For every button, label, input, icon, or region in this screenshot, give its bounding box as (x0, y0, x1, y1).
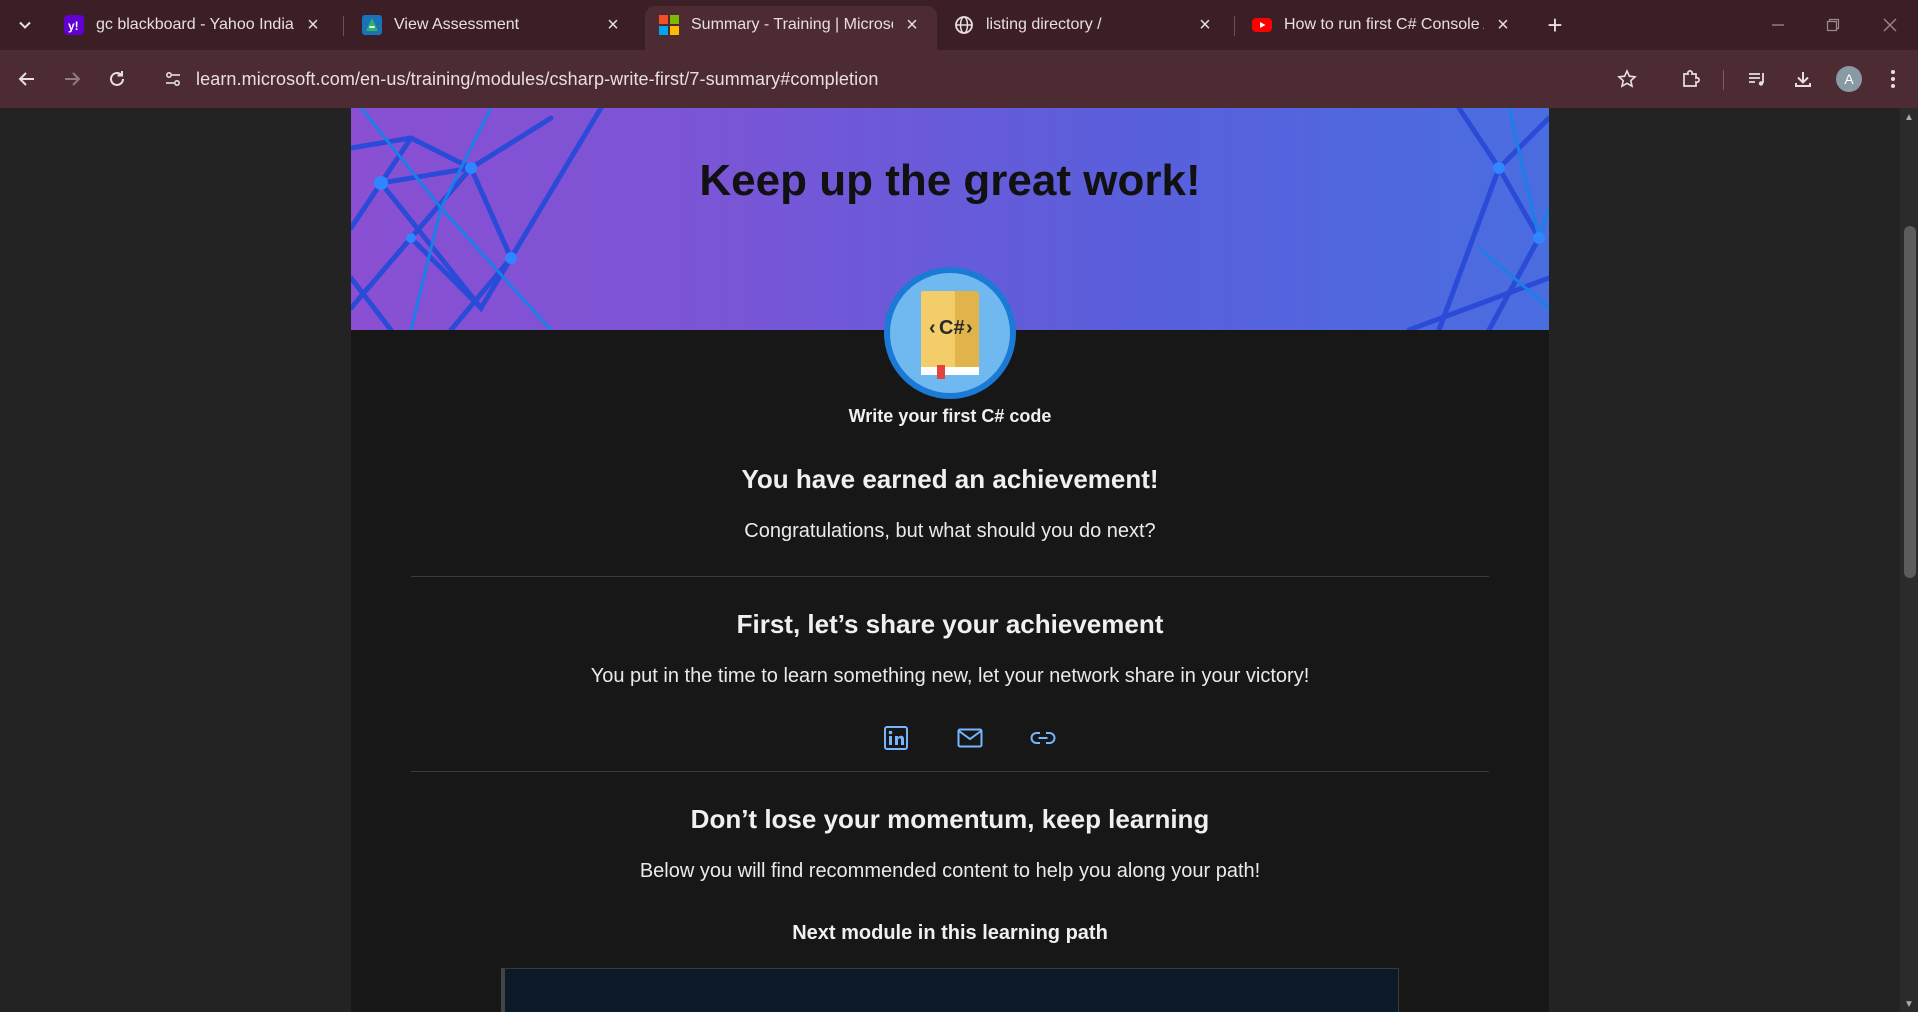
link-icon (1030, 732, 1056, 744)
scroll-down-arrow-icon[interactable]: ▼ (1904, 999, 1914, 1010)
new-tab-button[interactable]: + (1540, 10, 1570, 40)
puzzle-icon (1683, 70, 1700, 87)
close-icon (1883, 18, 1897, 32)
tab-search-button[interactable] (8, 8, 42, 42)
divider (411, 576, 1489, 577)
tab-title: gc blackboard - Yahoo India Se (96, 16, 294, 33)
reload-button[interactable] (102, 64, 132, 94)
kebab-menu-icon (1891, 70, 1895, 88)
youtube-icon (1252, 15, 1272, 35)
csharp-book-icon: ‹ C# › (921, 291, 979, 379)
svg-text:‹: ‹ (929, 317, 936, 339)
momentum-heading: Don’t lose your momentum, keep learning (690, 804, 1210, 834)
tab-separator (343, 16, 344, 36)
tab-youtube[interactable]: How to run first C# Console Ap × (1238, 6, 1528, 44)
badge-label: C# (939, 317, 965, 339)
tab-title: Summary - Training | Microsoft (691, 16, 893, 33)
next-module-card[interactable] (501, 968, 1399, 1012)
share-buttons (351, 718, 1549, 758)
close-window-button[interactable] (1870, 10, 1910, 40)
bookmark-button[interactable] (1612, 64, 1642, 94)
badge-inner: ‹ C# › (890, 273, 1010, 393)
tab-summary-active[interactable]: Summary - Training | Microsoft × (645, 6, 937, 50)
tab-title: How to run first C# Console Ap (1284, 16, 1484, 33)
svg-text:›: › (966, 317, 973, 339)
media-controls-button[interactable] (1742, 64, 1772, 94)
browser-toolbar: learn.microsoft.com/en-us/training/modul… (0, 50, 1918, 108)
close-icon[interactable]: × (1492, 14, 1514, 36)
close-icon[interactable]: × (901, 14, 923, 36)
tab-yahoo[interactable]: y! gc blackboard - Yahoo India Se × (50, 6, 338, 44)
share-linkedin-button[interactable] (876, 718, 916, 758)
share-heading: First, let’s share your achievement (736, 609, 1164, 639)
toolbar-separator (1723, 70, 1724, 90)
download-icon (1795, 72, 1811, 87)
close-icon[interactable]: × (602, 14, 624, 36)
arrow-left-icon (18, 72, 34, 86)
tab-title: listing directory / (986, 16, 1102, 33)
downloads-button[interactable] (1788, 64, 1818, 94)
profile-avatar[interactable]: A (1836, 66, 1862, 92)
browser-menu-button[interactable] (1878, 64, 1908, 94)
microsoft-icon (659, 15, 679, 35)
globe-icon (954, 15, 974, 35)
page-scrollbar[interactable]: ▲ ▼ (1900, 108, 1918, 1012)
share-email-button[interactable] (950, 718, 990, 758)
next-module-heading: Next module in this learning path (792, 922, 1108, 944)
completion-card: Keep up the great work! ‹ C# › Write you… (351, 108, 1549, 1012)
module-badge: ‹ C# › (884, 267, 1016, 399)
back-button[interactable] (12, 64, 42, 94)
hero-title: Keep up the great work! (699, 156, 1201, 205)
restore-button[interactable] (1813, 10, 1853, 40)
mesh-graphic-right (1406, 108, 1549, 330)
divider (411, 771, 1489, 772)
momentum-text: Below you will find recommended content … (639, 860, 1261, 882)
media-queue-icon (1749, 73, 1764, 86)
tab-separator (1234, 16, 1235, 36)
copy-link-button[interactable] (1023, 718, 1063, 758)
tab-title: View Assessment (394, 16, 520, 33)
close-icon[interactable]: × (1194, 14, 1216, 36)
reload-icon (110, 71, 124, 86)
mesh-graphic-left (351, 108, 604, 330)
arrow-right-icon (65, 72, 81, 86)
star-icon (1617, 69, 1637, 88)
chevron-down-icon (19, 21, 31, 29)
restore-icon (1826, 18, 1840, 32)
achievement-text: Congratulations, but what should you do … (744, 520, 1156, 542)
site-settings-icon[interactable] (158, 64, 188, 94)
module-name: Write your first C# code (848, 406, 1052, 426)
share-text: You put in the time to learn something n… (590, 665, 1310, 687)
yahoo-icon: y! (64, 15, 84, 35)
tab-strip: y! gc blackboard - Yahoo India Se × View… (0, 0, 1918, 50)
extensions-button[interactable] (1676, 64, 1706, 94)
page-viewport: Keep up the great work! ‹ C# › Write you… (0, 108, 1918, 1012)
minimize-icon (1772, 24, 1784, 26)
scroll-up-arrow-icon[interactable]: ▲ (1904, 112, 1914, 123)
svg-text:y!: y! (68, 19, 79, 33)
url-text: learn.microsoft.com/en-us/training/modul… (196, 68, 879, 89)
scroll-thumb[interactable] (1904, 226, 1916, 578)
address-bar[interactable]: learn.microsoft.com/en-us/training/modul… (150, 59, 1630, 99)
tab-listing-directory[interactable]: listing directory / × (940, 6, 1230, 44)
mail-icon (957, 728, 983, 748)
close-icon[interactable]: × (302, 14, 324, 36)
minimize-button[interactable] (1758, 10, 1798, 40)
assessment-icon (362, 15, 382, 35)
linkedin-icon (884, 726, 908, 750)
achievement-heading: You have earned an achievement! (741, 464, 1159, 494)
tab-view-assessment[interactable]: View Assessment × (348, 6, 638, 44)
forward-button[interactable] (57, 64, 87, 94)
